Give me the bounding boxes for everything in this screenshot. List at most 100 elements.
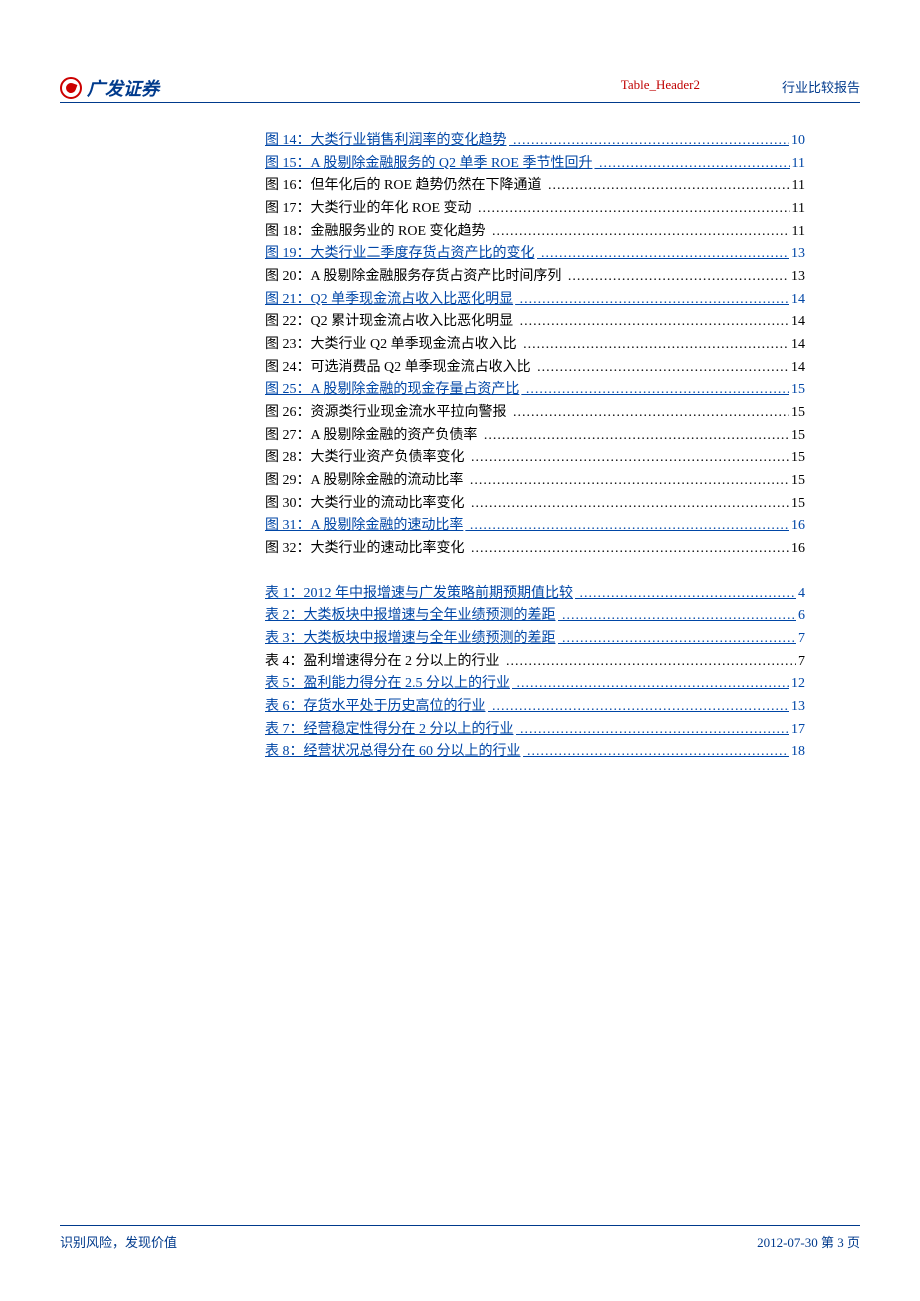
toc-leader-dots: ........................................… [509, 133, 806, 148]
toc-entry-page: 18 [789, 741, 805, 764]
toc-entry-label: 图 17：大类行业的年化 ROE 变动 [265, 201, 474, 216]
toc-leader-dots: ........................................… [502, 654, 806, 669]
toc-entry-page: 15 [789, 379, 805, 402]
toc-entry-label: 表 3：大类板块中报增速与全年业绩预测的差距 [265, 631, 558, 646]
toc-entry-page: 15 [789, 470, 805, 493]
toc-entry[interactable]: 表 5：盈利能力得分在 2.5 分以上的行业 .................… [265, 673, 805, 696]
toc-entry-label: 图 16：但年化后的 ROE 趋势仍然在下降通道 [265, 178, 544, 193]
toc-entry-page: 16 [789, 515, 805, 538]
toc-leader-dots: ........................................… [474, 201, 806, 216]
toc-entry-page: 13 [789, 696, 805, 719]
toc-entry-label: 图 27：A 股剔除金融的资产负债率 [265, 428, 479, 443]
toc-entry: 图 30：大类行业的流动比率变化 .......................… [265, 493, 805, 516]
toc-entry-page: 13 [789, 243, 805, 266]
toc-entry-label: 图 28：大类行业资产负债率变化 [265, 450, 467, 465]
toc-entry-page: 11 [790, 221, 805, 244]
toc-entry-page: 4 [796, 583, 805, 606]
toc-leader-dots: ........................................… [488, 224, 806, 239]
toc-leader-dots: ........................................… [465, 473, 805, 488]
toc-entry-label: 表 5：盈利能力得分在 2.5 分以上的行业 [265, 676, 512, 691]
header-mid-text: Table_Header2 [621, 77, 700, 93]
toc-entry-label: 图 15：A 股剔除金融服务的 Q2 单季 ROE 季节性回升 [265, 156, 594, 171]
toc-entry[interactable]: 表 1：2012 年中报增速与广发策略前期预期值比较 .............… [265, 583, 805, 606]
toc-entry[interactable]: 表 7：经营稳定性得分在 2 分以上的行业 ..................… [265, 719, 805, 742]
logo-icon [60, 77, 82, 99]
toc-entry-page: 16 [789, 538, 805, 561]
company-logo: 广发证券 [60, 75, 860, 101]
toc-leader-dots: ........................................… [521, 382, 805, 397]
toc-entry-label: 图 26：资源类行业现金流水平拉向警报 [265, 405, 509, 420]
toc-entry: 图 16：但年化后的 ROE 趋势仍然在下降通道 ...............… [265, 175, 805, 198]
toc-entry: 图 28：大类行业资产负债率变化 .......................… [265, 447, 805, 470]
footer-right: 2012-07-30 第 3 页 [757, 1232, 860, 1251]
toc-entry-label: 图 19：大类行业二季度存货占资产比的变化 [265, 246, 537, 261]
toc-leader-dots: ........................................… [533, 360, 805, 375]
toc-entry-page: 11 [790, 153, 805, 176]
toc-entry[interactable]: 图 31：A 股剔除金融的速动比率 ......................… [265, 515, 805, 538]
toc-leader-dots: ........................................… [537, 246, 806, 261]
page-header: 广发证券 Table_Header2 行业比较报告 [60, 75, 860, 103]
toc-entry-label: 表 8：经营状况总得分在 60 分以上的行业 [265, 744, 523, 759]
toc-entry-label: 图 32：大类行业的速动比率变化 [265, 541, 467, 556]
toc-entry-label: 表 1：2012 年中报增速与广发策略前期预期值比较 [265, 586, 575, 601]
toc-leader-dots: ........................................… [488, 699, 806, 714]
toc-entry-label: 图 21：Q2 单季现金流占收入比恶化明显 [265, 292, 515, 307]
toc-entry: 图 23：大类行业 Q2 单季现金流占收入比 .................… [265, 334, 805, 357]
toc-entry-label: 图 22：Q2 累计现金流占收入比恶化明显 [265, 314, 515, 329]
toc-leader-dots: ........................................… [544, 178, 806, 193]
toc-leader-dots: ........................................… [509, 405, 806, 420]
toc-entry[interactable]: 图 21：Q2 单季现金流占收入比恶化明显 ..................… [265, 289, 805, 312]
footer-left: 识别风险，发现价值 [60, 1232, 177, 1251]
toc-entry: 图 27：A 股剔除金融的资产负债率 .....................… [265, 425, 805, 448]
header-right-text: 行业比较报告 [782, 77, 860, 96]
toc-entry-label: 图 30：大类行业的流动比率变化 [265, 496, 467, 511]
toc-leader-dots: ........................................… [467, 450, 806, 465]
logo-text: 广发证券 [87, 75, 159, 101]
document-page: 广发证券 Table_Header2 行业比较报告 图 14：大类行业销售利润率… [0, 0, 920, 1301]
toc-entry[interactable]: 表 8：经营状况总得分在 60 分以上的行业 .................… [265, 741, 805, 764]
toc-entry-page: 7 [796, 628, 805, 651]
toc-figures-section: 图 14：大类行业销售利润率的变化趋势 ....................… [265, 130, 805, 561]
toc-entry-page: 15 [789, 402, 805, 425]
toc-entry-page: 14 [789, 311, 805, 334]
toc-entry[interactable]: 图 15：A 股剔除金融服务的 Q2 单季 ROE 季节性回升 ........… [265, 153, 805, 176]
toc-leader-dots: ........................................… [594, 156, 805, 171]
toc-entry[interactable]: 图 19：大类行业二季度存货占资产比的变化 ..................… [265, 243, 805, 266]
toc-leader-dots: ........................................… [467, 496, 806, 511]
toc-entry-label: 图 20：A 股剔除金融服务存货占资产比时间序列 [265, 269, 563, 284]
toc-entry-page: 12 [789, 673, 805, 696]
toc-leader-dots: ........................................… [516, 722, 806, 737]
toc-leader-dots: ........................................… [515, 314, 805, 329]
toc-leader-dots: ........................................… [523, 744, 806, 759]
toc-leader-dots: ........................................… [558, 631, 806, 646]
toc-entry[interactable]: 表 6：存货水平处于历史高位的行业 ......................… [265, 696, 805, 719]
toc-entry-label: 表 7：经营稳定性得分在 2 分以上的行业 [265, 722, 516, 737]
toc-entry-label: 表 2：大类板块中报增速与全年业绩预测的差距 [265, 608, 558, 623]
toc-leader-dots: ........................................… [479, 428, 805, 443]
toc-entry: 图 26：资源类行业现金流水平拉向警报 ....................… [265, 402, 805, 425]
toc-entry-page: 11 [790, 175, 805, 198]
toc-leader-dots: ........................................… [563, 269, 805, 284]
toc-entry-page: 10 [789, 130, 805, 153]
toc-leader-dots: ........................................… [465, 518, 805, 533]
toc-section-gap [265, 561, 805, 583]
toc-entry[interactable]: 表 2：大类板块中报增速与全年业绩预测的差距 .................… [265, 605, 805, 628]
toc-leader-dots: ........................................… [515, 292, 805, 307]
toc-entry: 图 20：A 股剔除金融服务存货占资产比时间序列 ...............… [265, 266, 805, 289]
toc-entry[interactable]: 图 14：大类行业销售利润率的变化趋势 ....................… [265, 130, 805, 153]
toc-leader-dots: ........................................… [519, 337, 805, 352]
toc-entry-page: 13 [789, 266, 805, 289]
toc-entry-page: 15 [789, 493, 805, 516]
toc-entry-label: 图 31：A 股剔除金融的速动比率 [265, 518, 465, 533]
toc-entry-label: 图 18：金融服务业的 ROE 变化趋势 [265, 224, 488, 239]
toc-entry-page: 14 [789, 289, 805, 312]
toc-entry[interactable]: 表 3：大类板块中报增速与全年业绩预测的差距 .................… [265, 628, 805, 651]
toc-entry: 图 24：可选消费品 Q2 单季现金流占收入比 ................… [265, 357, 805, 380]
toc-entry-page: 15 [789, 447, 805, 470]
toc-entry[interactable]: 图 25：A 股剔除金融的现金存量占资产比 ..................… [265, 379, 805, 402]
toc-leader-dots: ........................................… [512, 676, 805, 691]
table-of-contents: 图 14：大类行业销售利润率的变化趋势 ....................… [265, 130, 805, 764]
toc-entry-label: 图 29：A 股剔除金融的流动比率 [265, 473, 465, 488]
toc-entry-page: 15 [789, 425, 805, 448]
toc-entry-label: 图 24：可选消费品 Q2 单季现金流占收入比 [265, 360, 533, 375]
